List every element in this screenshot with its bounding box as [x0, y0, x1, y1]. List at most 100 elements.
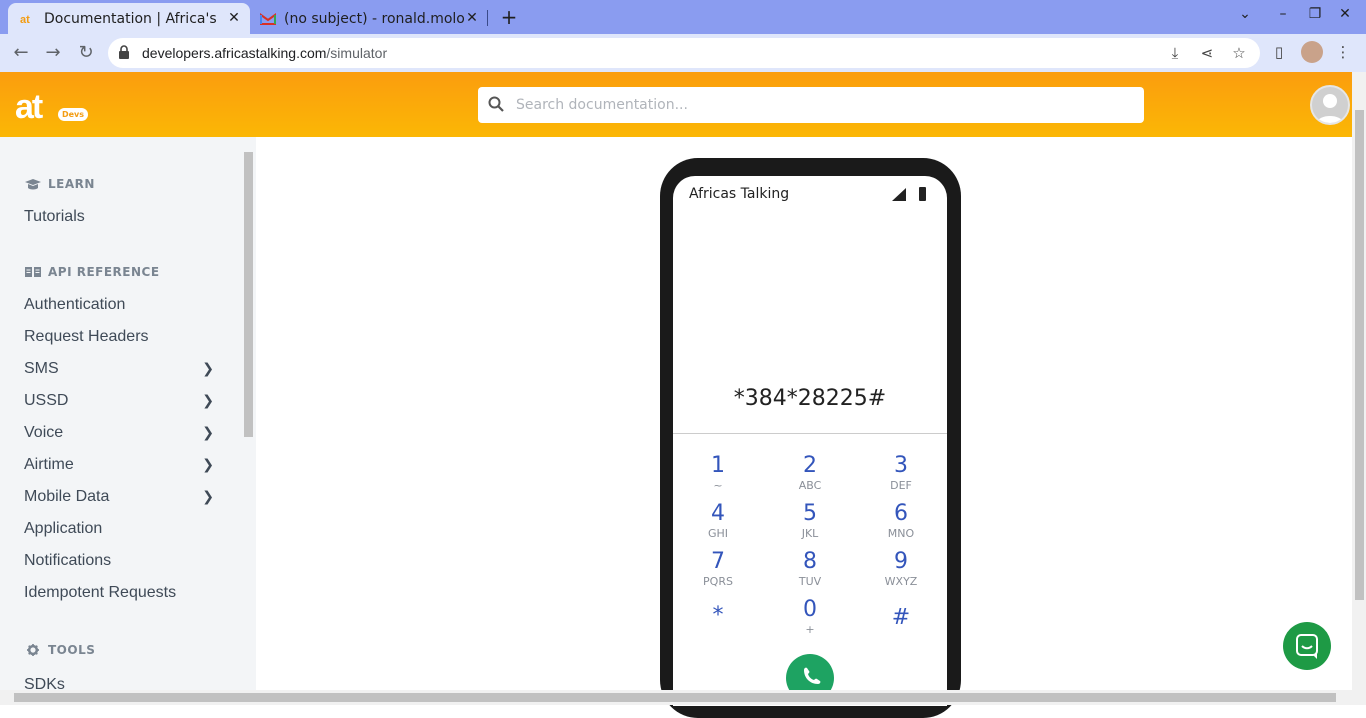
sidebar-item-idempotent-requests[interactable]: Idempotent Requests: [24, 584, 214, 602]
key-1[interactable]: 1 ~: [688, 453, 748, 493]
key-6[interactable]: 6 MNO: [871, 501, 931, 541]
book-icon: [25, 267, 41, 277]
tab-title: (no subject) - ronald.molo: [284, 10, 465, 27]
key-digit: 5: [803, 501, 817, 526]
browser-tab-bar: at Documentation | Africa's ✕ (no subjec…: [0, 0, 1366, 34]
forward-icon[interactable]: →: [42, 42, 64, 63]
at-logo[interactable]: at: [15, 88, 43, 127]
key-digit: #: [891, 605, 911, 630]
gear-icon: [27, 644, 39, 656]
key-star[interactable]: *: [688, 603, 748, 629]
sidebar-item-label: Voice: [24, 424, 64, 441]
page-horizontal-scrollbar-thumb[interactable]: [14, 693, 1336, 702]
key-3[interactable]: 3 DEF: [871, 453, 931, 493]
section-label: LEARN: [48, 177, 95, 191]
chevron-right-icon: ❯: [202, 424, 214, 440]
chat-launcher-button[interactable]: [1283, 622, 1331, 670]
back-icon[interactable]: ←: [10, 42, 32, 63]
minimize-icon[interactable]: –: [1274, 6, 1292, 22]
search-icon: [488, 96, 504, 112]
key-digit: 6: [894, 501, 908, 526]
sidebar-item-application[interactable]: Application: [24, 520, 214, 538]
devs-badge: Devs: [58, 108, 88, 121]
url-text: developers.africastalking.com/simulator: [142, 45, 387, 61]
search-box[interactable]: [478, 87, 1144, 123]
sidebar-item-authentication[interactable]: Authentication: [24, 296, 214, 314]
sidebar-item-tutorials[interactable]: Tutorials: [24, 208, 214, 226]
key-hash[interactable]: #: [871, 605, 931, 631]
signal-icon: [892, 188, 906, 201]
graduation-cap-icon: [25, 179, 41, 190]
sidebar-item-voice[interactable]: Voice ❯: [24, 424, 214, 442]
new-tab-button[interactable]: +: [498, 5, 520, 29]
key-letters: MNO: [887, 527, 915, 540]
sidebar-item-label: Idempotent Requests: [24, 584, 177, 601]
key-digit: 8: [803, 549, 817, 574]
sidebar-item-label: SMS: [24, 360, 59, 377]
key-digit: 4: [711, 501, 725, 526]
sidebar-item-airtime[interactable]: Airtime ❯: [24, 456, 214, 474]
tab-search-icon[interactable]: ⌄: [1236, 6, 1254, 22]
share-icon[interactable]: ⋖: [1198, 44, 1216, 62]
phone-icon: [804, 667, 821, 684]
key-letters: ~: [713, 479, 723, 492]
sidebar-scrollbar-thumb[interactable]: [244, 152, 253, 437]
sidebar-item-mobile-data[interactable]: Mobile Data ❯: [24, 488, 214, 506]
key-5[interactable]: 5 JKL: [780, 501, 840, 541]
sidebar-item-ussd[interactable]: USSD ❯: [24, 392, 214, 410]
dial-divider: [673, 433, 947, 434]
key-letters: GHI: [707, 527, 729, 540]
maximize-icon[interactable]: ❐: [1306, 6, 1324, 22]
sidebar-item-notifications[interactable]: Notifications: [24, 552, 214, 570]
key-digit: 9: [894, 549, 908, 574]
chevron-right-icon: ❯: [202, 456, 214, 472]
close-tab-icon[interactable]: ✕: [464, 10, 480, 26]
key-9[interactable]: 9 WXYZ: [871, 549, 931, 589]
chat-icon: [1296, 634, 1318, 659]
tab-documentation[interactable]: at Documentation | Africa's ✕: [8, 3, 250, 34]
at-favicon-icon: at: [20, 14, 30, 25]
sidebar-item-label: Authentication: [24, 296, 126, 313]
key-letters: PQRS: [703, 575, 733, 588]
user-avatar[interactable]: [1310, 85, 1350, 125]
menu-kebab-icon[interactable]: ⋮: [1334, 43, 1352, 61]
profile-avatar[interactable]: [1301, 41, 1323, 63]
dialed-number: *384*28225#: [733, 386, 887, 411]
side-panel-icon[interactable]: ▯: [1270, 43, 1288, 61]
sidebar-item-label: Mobile Data: [24, 488, 110, 505]
sidebar-item-label: Airtime: [24, 456, 74, 473]
install-icon[interactable]: ⤓: [1166, 44, 1184, 62]
page-vertical-scrollbar-thumb[interactable]: [1355, 110, 1364, 600]
section-learn: LEARN: [24, 177, 95, 191]
sidebar-item-label: Request Headers: [24, 328, 149, 345]
key-2[interactable]: 2 ABC: [780, 453, 840, 493]
key-letters: DEF: [890, 479, 912, 492]
close-window-icon[interactable]: ✕: [1336, 6, 1354, 22]
close-tab-icon[interactable]: ✕: [226, 10, 242, 26]
chevron-right-icon: ❯: [202, 360, 214, 376]
url-path: /simulator: [326, 45, 388, 61]
reload-icon[interactable]: ↻: [75, 42, 97, 63]
search-input[interactable]: [516, 94, 1116, 116]
battery-icon: [919, 187, 926, 201]
key-4[interactable]: 4 GHI: [688, 501, 748, 541]
browser-toolbar: ← → ↻ developers.africastalking.com/simu…: [0, 34, 1366, 72]
url-host: developers.africastalking.com: [142, 45, 327, 61]
address-bar[interactable]: developers.africastalking.com/simulator …: [108, 38, 1260, 68]
tab-gmail[interactable]: (no subject) - ronald.molo ✕: [250, 3, 488, 34]
key-digit: 1: [711, 453, 725, 478]
key-7[interactable]: 7 PQRS: [688, 549, 748, 589]
key-letters: WXYZ: [884, 575, 918, 588]
chevron-right-icon: ❯: [202, 488, 214, 504]
key-letters: +: [805, 623, 815, 636]
key-8[interactable]: 8 TUV: [780, 549, 840, 589]
sidebar-item-label: Application: [24, 520, 103, 537]
svg-text:at: at: [20, 14, 30, 25]
bookmark-star-icon[interactable]: ☆: [1230, 44, 1248, 62]
key-digit: 7: [711, 549, 725, 574]
sidebar-item-sms[interactable]: SMS ❯: [24, 360, 214, 378]
key-0[interactable]: 0 +: [780, 597, 840, 637]
key-letters: ABC: [798, 479, 822, 492]
sidebar-item-request-headers[interactable]: Request Headers: [24, 328, 214, 346]
sidebar-item-label: Notifications: [24, 552, 112, 569]
